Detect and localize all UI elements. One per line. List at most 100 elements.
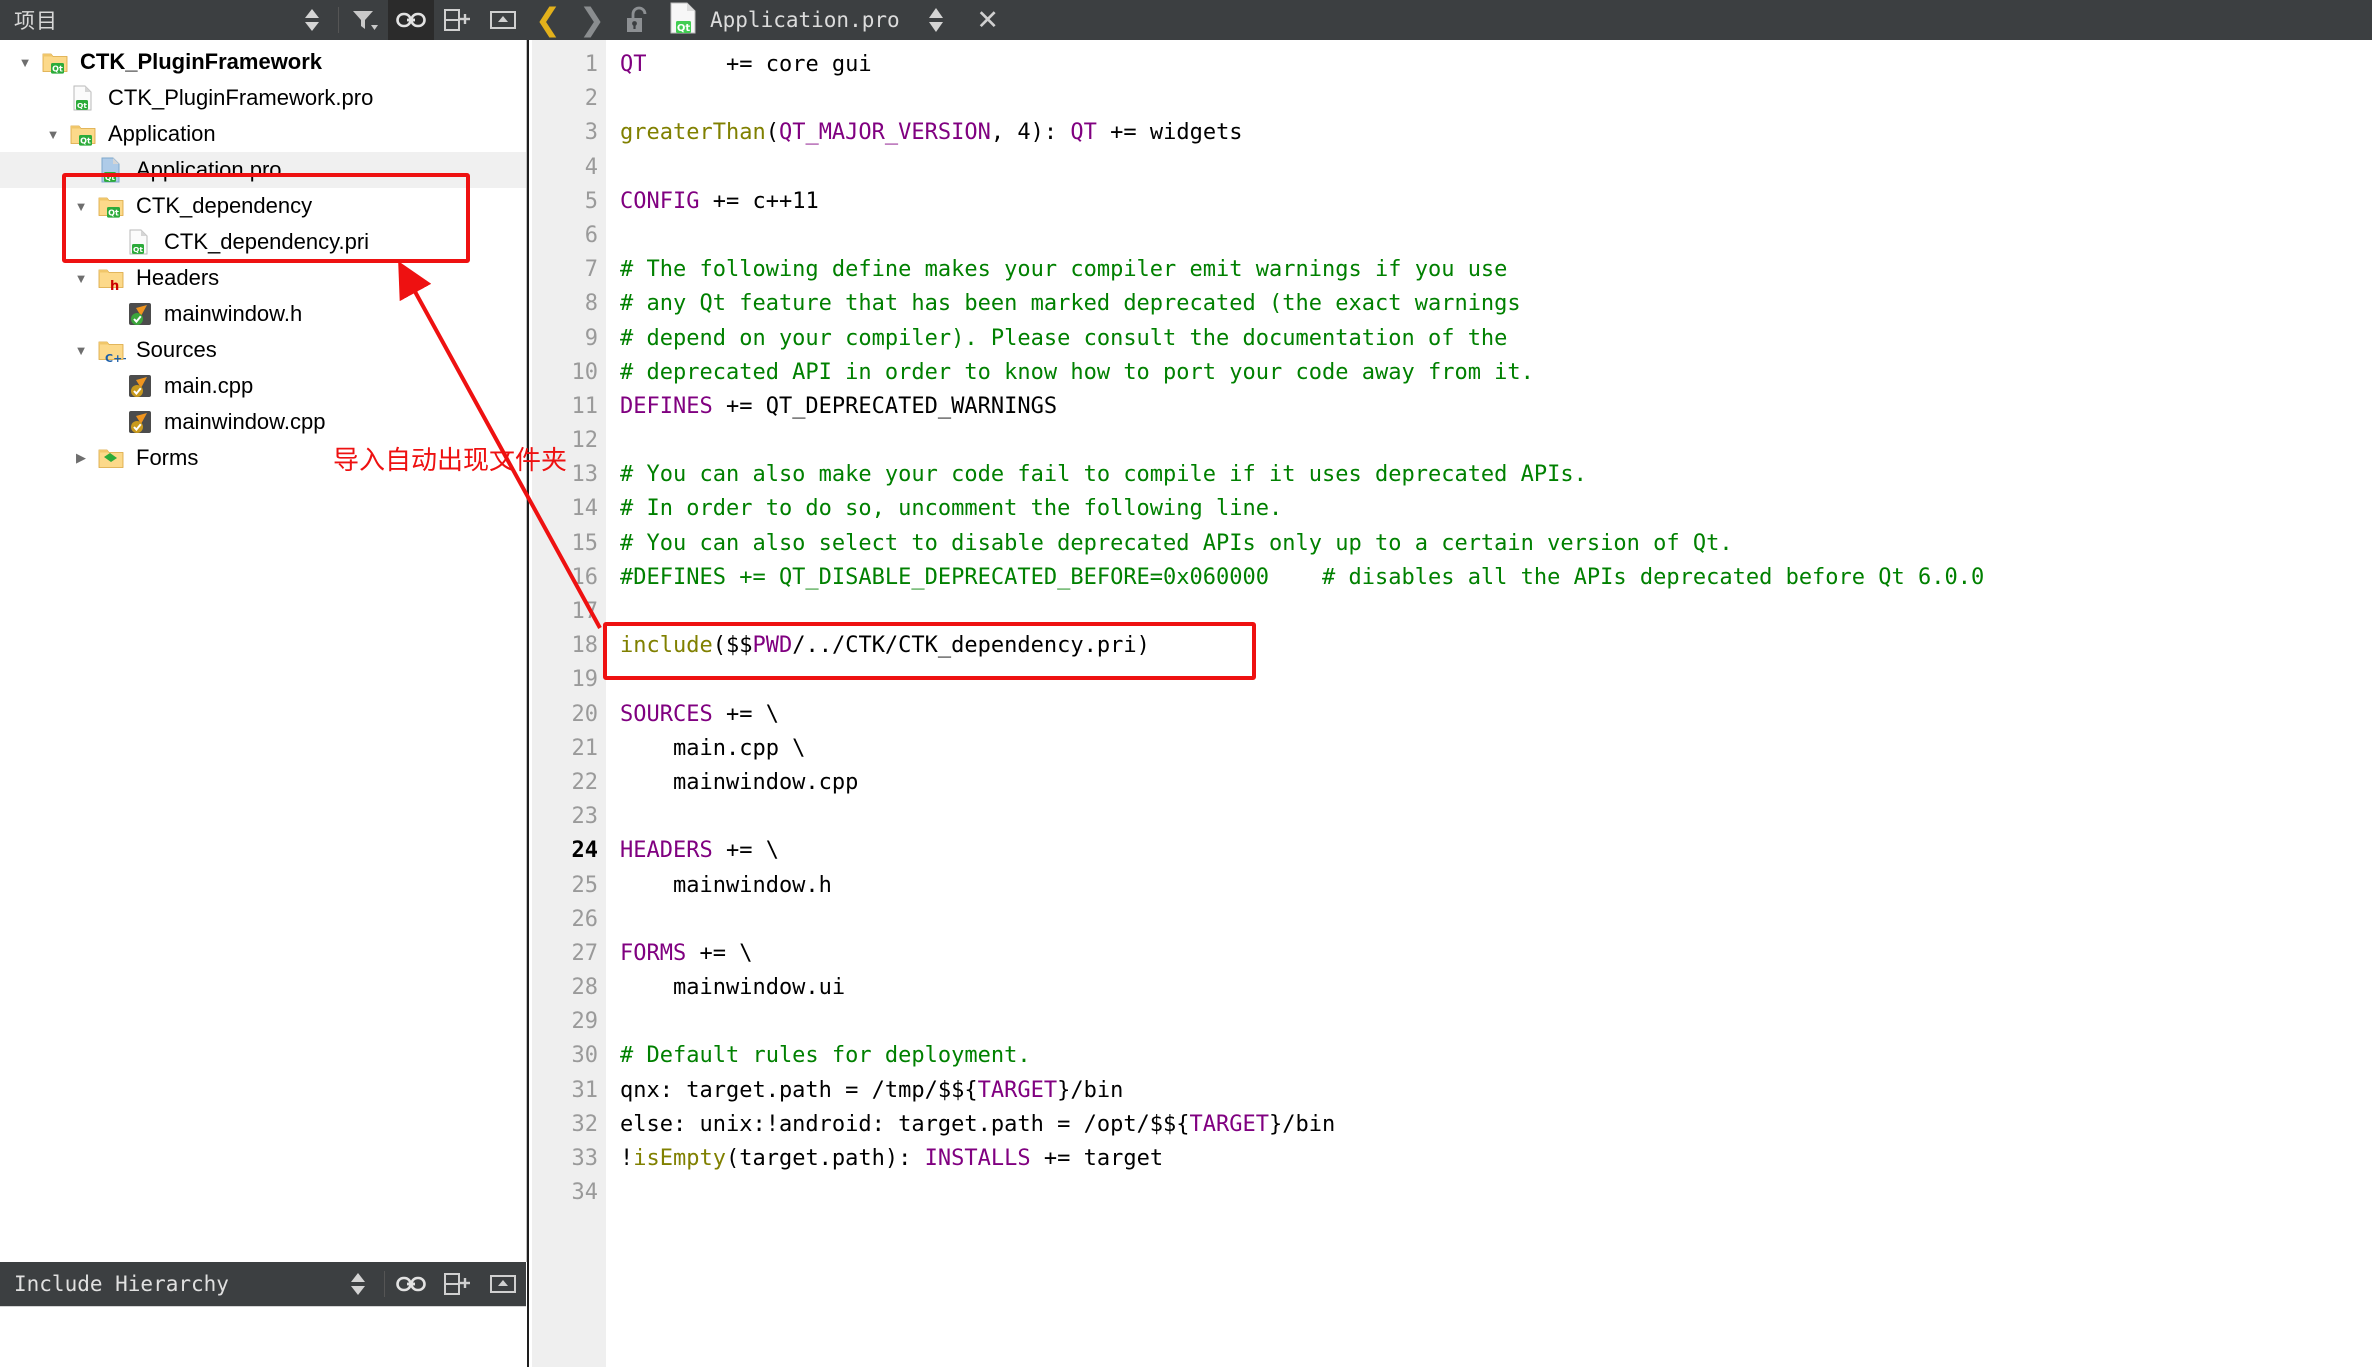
code-line[interactable]: #DEFINES += QT_DISABLE_DEPRECATED_BEFORE…: [620, 561, 2372, 595]
tree-item-ctk-pluginframework[interactable]: ▼ Qt CTK_PluginFramework: [0, 44, 526, 80]
filter-icon[interactable]: [342, 0, 388, 40]
code-line[interactable]: else: unix:!android: target.path = /opt/…: [620, 1108, 2372, 1142]
code-line[interactable]: # depend on your compiler). Please consu…: [620, 322, 2372, 356]
file-tab-application-pro[interactable]: Qt Application.pro ✕: [662, 0, 1008, 40]
code-line[interactable]: mainwindow.h: [620, 869, 2372, 903]
code-line[interactable]: main.cpp \: [620, 732, 2372, 766]
tree-item-label: mainwindow.cpp: [164, 409, 326, 434]
file-tab-label: Application.pro: [710, 8, 900, 32]
tree-item-mainwindow-h[interactable]: mainwindow.h: [0, 296, 526, 332]
link-icon[interactable]: [388, 1264, 434, 1304]
code-token: TARGET: [977, 1077, 1058, 1103]
qt-folder-icon: Qt: [38, 47, 72, 77]
tree-item-forms[interactable]: ▶ Forms: [0, 440, 526, 476]
code-line[interactable]: [620, 800, 2372, 834]
code-editor[interactable]: 1 2 3 4 5 6 7 8 9 10 11 12 13 14 15 16 17 18 19 20 21 22 23 24 2…: [527, 40, 2372, 1367]
code-line[interactable]: [620, 151, 2372, 185]
line-number: 12: [571, 428, 599, 454]
code-line[interactable]: [620, 595, 2372, 629]
chevron-down-icon[interactable]: ▼: [68, 343, 94, 358]
code-token: += \: [712, 838, 779, 864]
code-line[interactable]: [620, 219, 2372, 253]
include-hierarchy-body: [0, 1306, 526, 1368]
code-token: #DEFINES += QT_DISABLE_DEPRECATED_BEFORE…: [620, 564, 1985, 590]
tree-item-application-pro[interactable]: Qt Application.pro: [0, 152, 526, 188]
chevron-down-icon[interactable]: ▼: [12, 55, 38, 70]
code-line[interactable]: # The following define makes your compil…: [620, 253, 2372, 287]
code-line[interactable]: !isEmpty(target.path): INSTALLS += targe…: [620, 1142, 2372, 1176]
chevron-right-icon[interactable]: ❯: [570, 0, 614, 40]
code-line[interactable]: QT += core gui: [620, 48, 2372, 82]
code-line[interactable]: # Default rules for deployment.: [620, 1039, 2372, 1073]
code-line[interactable]: [620, 424, 2372, 458]
line-number: 3: [584, 120, 598, 146]
qt-file-blue-icon: Qt: [94, 155, 128, 185]
code-token: INSTALLS: [924, 1146, 1031, 1171]
code-token: ($$: [712, 633, 753, 659]
tree-item-main-cpp[interactable]: main.cpp: [0, 368, 526, 404]
tree-item-mainwindow-cpp[interactable]: mainwindow.cpp: [0, 404, 526, 440]
tree-item-application[interactable]: ▼ Qt Application: [0, 116, 526, 152]
unlock-icon[interactable]: [614, 0, 662, 40]
code-line[interactable]: [620, 1176, 2372, 1210]
chevron-down-icon[interactable]: ▼: [68, 199, 94, 214]
code-content[interactable]: QT += core gui greaterThan(QT_MAJOR_VERS…: [606, 40, 2372, 1367]
code-line[interactable]: # You can also select to disable depreca…: [620, 527, 2372, 561]
split-add-icon[interactable]: [434, 1264, 480, 1304]
code-line[interactable]: # any Qt feature that has been marked de…: [620, 287, 2372, 321]
line-number: 22: [571, 769, 599, 795]
line-number: 18: [571, 633, 599, 659]
code-line[interactable]: greaterThan(QT_MAJOR_VERSION, 4): QT += …: [620, 116, 2372, 150]
code-line[interactable]: SOURCES += \: [620, 698, 2372, 732]
code-line[interactable]: mainwindow.cpp: [620, 766, 2372, 800]
forms-folder-icon: [94, 443, 128, 473]
divider: [338, 7, 339, 33]
code-token: (: [765, 120, 779, 146]
code-line[interactable]: DEFINES += QT_DEPRECATED_WARNINGS: [620, 390, 2372, 424]
chevron-down-icon[interactable]: ▼: [40, 127, 66, 142]
svg-text:Qt: Qt: [77, 101, 87, 110]
tree-item-ctk-dependency-pri[interactable]: Qt CTK_dependency.pri: [0, 224, 526, 260]
code-line[interactable]: # You can also make your code fail to co…: [620, 458, 2372, 492]
code-line[interactable]: # In order to do so, uncomment the follo…: [620, 492, 2372, 526]
line-number: 30: [571, 1043, 599, 1069]
line-number: 9: [584, 325, 598, 351]
svg-text:Qt: Qt: [133, 245, 143, 254]
chevron-right-icon[interactable]: ▶: [68, 450, 94, 466]
sort-updown-icon[interactable]: [926, 5, 946, 35]
code-line[interactable]: include($$PWD/../CTK/CTK_dependency.pri): [620, 629, 2372, 663]
code-line[interactable]: [620, 1005, 2372, 1039]
minimize-icon[interactable]: [480, 1264, 526, 1304]
code-token: # In order to do so, uncomment the follo…: [620, 496, 1283, 522]
code-line[interactable]: [620, 663, 2372, 697]
sort-updown-icon[interactable]: [289, 0, 335, 40]
tree-item-label: CTK_PluginFramework: [80, 49, 323, 74]
code-line[interactable]: # deprecated API in order to know how to…: [620, 356, 2372, 390]
link-icon[interactable]: [388, 0, 434, 40]
code-line[interactable]: HEADERS += \: [620, 834, 2372, 868]
tree-item-headers[interactable]: ▼ h Headers: [0, 260, 526, 296]
line-number: 13: [571, 462, 599, 488]
chevron-left-icon[interactable]: ❮: [526, 0, 570, 40]
line-number: 17: [571, 599, 599, 624]
code-line[interactable]: qnx: target.path = /tmp/$${TARGET}/bin: [620, 1074, 2372, 1108]
qt-file-icon: Qt: [668, 2, 698, 39]
sort-updown-icon[interactable]: [335, 1264, 381, 1304]
minimize-icon[interactable]: [480, 0, 526, 40]
tree-item-sources[interactable]: ▼ C++ Sources: [0, 332, 526, 368]
code-line[interactable]: [620, 82, 2372, 116]
chevron-down-icon[interactable]: ▼: [68, 271, 94, 286]
include-hierarchy-header: Include Hierarchy: [0, 1262, 526, 1306]
close-icon[interactable]: ✕: [968, 5, 1008, 36]
line-number: 31: [571, 1077, 599, 1103]
tree-item-ctk-dependency[interactable]: ▼ Qt CTK_dependency: [0, 188, 526, 224]
line-number: 14: [571, 496, 599, 522]
code-line[interactable]: mainwindow.ui: [620, 971, 2372, 1005]
split-add-icon[interactable]: [434, 0, 480, 40]
tree-item-ctk-pluginframework-pro[interactable]: Qt CTK_PluginFramework.pro: [0, 80, 526, 116]
line-number: 29: [571, 1009, 599, 1035]
h-folder-icon: h: [94, 263, 128, 293]
code-line[interactable]: [620, 903, 2372, 937]
code-line[interactable]: FORMS += \: [620, 937, 2372, 971]
code-line[interactable]: CONFIG += c++11: [620, 185, 2372, 219]
